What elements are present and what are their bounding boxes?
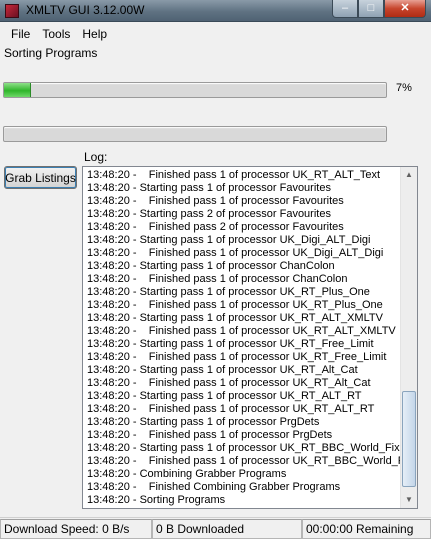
time-remaining: 00:00:00 Remaining: [302, 519, 431, 539]
log-line: 13:48:20 - Starting pass 1 of processor …: [87, 286, 370, 298]
arrow-up-icon[interactable]: ▲: [401, 167, 417, 183]
log-lines: 13:48:20 - Finished pass 1 of processor …: [87, 169, 413, 507]
log-line: 13:48:20 - Finished pass 1 of processor …: [87, 195, 344, 207]
log-line: 13:48:20 - Finished pass 1 of processor …: [87, 247, 384, 259]
log-line: 13:48:20 - Starting pass 1 of processor …: [87, 234, 371, 246]
menu-help[interactable]: Help: [76, 24, 113, 44]
tv-app-icon: [5, 4, 19, 18]
log-line: 13:48:20 - Combining Grabber Programs: [87, 468, 287, 480]
log-line: 13:48:20 - Starting pass 1 of processor …: [87, 260, 335, 272]
minimize-icon[interactable]: –: [332, 0, 358, 18]
log-line: 13:48:20 - Starting pass 1 of processor …: [87, 416, 320, 428]
log-line: 13:48:20 - Starting pass 1 of processor …: [87, 312, 383, 324]
log-line: 13:48:20 - Finished pass 1 of processor …: [87, 403, 375, 415]
log-line: 13:48:20 - Finished pass 1 of processor …: [87, 377, 371, 389]
downloaded-amount: 0 B Downloaded: [152, 519, 302, 539]
status-bar: Download Speed: 0 B/s 0 B Downloaded 00:…: [0, 517, 431, 539]
window-controls: – □ ✕: [332, 0, 426, 19]
scrollbar-thumb[interactable]: [402, 391, 416, 487]
window-title: XMLTV GUI 3.12.00W: [26, 3, 145, 17]
log-line: 13:48:20 - Finished pass 1 of processor …: [87, 455, 413, 467]
log-line: 13:48:20 - Finished pass 1 of processor …: [87, 429, 333, 441]
menu-tools[interactable]: Tools: [36, 24, 76, 44]
close-icon[interactable]: ✕: [384, 0, 426, 18]
log-line: 13:48:20 - Sorting Programs: [87, 494, 226, 506]
log-line: 13:48:20 - Finished pass 1 of processor …: [87, 325, 396, 337]
log-line: 13:48:20 - Finished pass 1 of processor …: [87, 351, 387, 363]
log-label: Log:: [84, 150, 108, 164]
grab-listings-button[interactable]: Grab Listings: [4, 166, 77, 189]
download-speed: Download Speed: 0 B/s: [0, 519, 152, 539]
log-line: 13:48:20 - Finished pass 2 of processor …: [87, 221, 344, 233]
primary-progress-fill: [4, 83, 31, 97]
progress-percent: 7%: [396, 82, 412, 94]
log-line: 13:48:20 - Finished pass 1 of processor …: [87, 273, 348, 285]
log-line: 13:48:20 - Starting pass 1 of processor …: [87, 390, 362, 402]
log-line: 13:48:20 - Starting pass 1 of processor …: [87, 182, 331, 194]
log-line: 13:48:20 - Starting pass 1 of processor …: [87, 338, 374, 350]
secondary-progress-bar: [3, 126, 387, 142]
maximize-icon[interactable]: □: [358, 0, 384, 18]
title-bar[interactable]: XMLTV GUI 3.12.00W – □ ✕: [0, 0, 431, 22]
status-label: Sorting Programs: [4, 46, 98, 60]
log-line: 13:48:20 - Starting pass 1 of processor …: [87, 364, 358, 376]
log-line: 13:48:20 - Finished pass 1 of processor …: [87, 169, 381, 181]
log-line: 13:48:20 - Finished pass 1 of processor …: [87, 299, 383, 311]
log-line: 13:48:20 - Starting pass 1 of processor …: [87, 442, 400, 454]
menu-file[interactable]: File: [5, 24, 36, 44]
log-line: 13:48:20 - Finished Combining Grabber Pr…: [87, 481, 341, 493]
log-line: 13:48:20 - Starting pass 2 of processor …: [87, 208, 331, 220]
log-scrollbar[interactable]: ▲ ▼: [400, 167, 417, 508]
arrow-down-icon[interactable]: ▼: [401, 492, 417, 508]
log-textarea[interactable]: 13:48:20 - Finished pass 1 of processor …: [82, 166, 418, 509]
primary-progress-bar: [3, 82, 387, 98]
menu-bar: File Tools Help: [0, 24, 431, 44]
